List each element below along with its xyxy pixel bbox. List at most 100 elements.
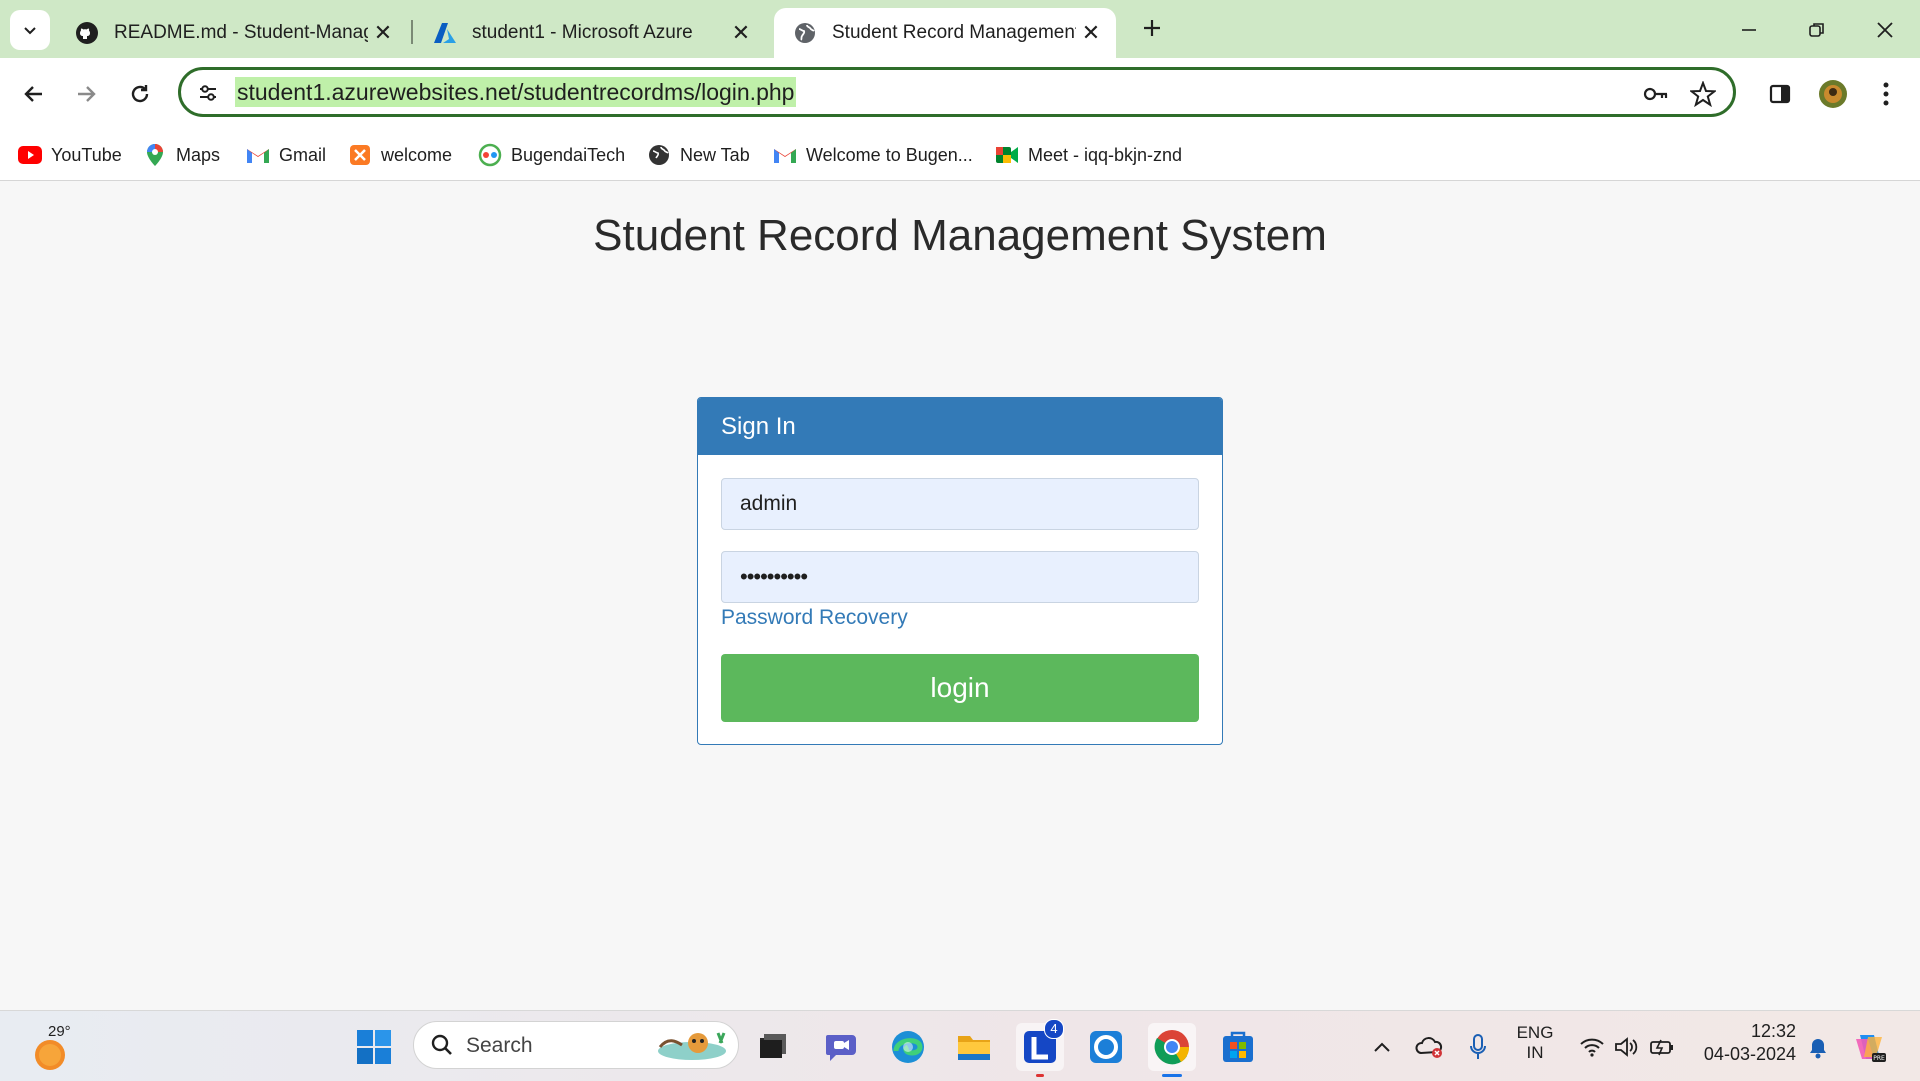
back-button[interactable]	[14, 74, 54, 114]
restore-button[interactable]	[1792, 10, 1842, 50]
bookmark-label: YouTube	[51, 144, 122, 165]
bookmark-label: Welcome to Bugen...	[806, 144, 973, 165]
bugendaitech-icon	[478, 143, 502, 167]
tab-azure[interactable]: student1 - Microsoft Azure ✕	[414, 8, 766, 58]
folder-icon	[958, 1036, 990, 1060]
bookmark-gmail[interactable]: Gmail	[246, 140, 326, 170]
edge-app[interactable]	[884, 1023, 932, 1071]
bookmark-maps[interactable]: Maps	[143, 140, 220, 170]
lens-app[interactable]: 4	[1016, 1019, 1064, 1077]
store-app[interactable]	[1214, 1023, 1262, 1071]
onedrive-tray[interactable]	[1410, 1023, 1450, 1071]
reload-button[interactable]	[120, 74, 160, 114]
windows-taskbar: 29° Search 4 ENG IN 12:32 04-03-2024 PRE	[0, 1010, 1920, 1081]
xampp-icon	[348, 143, 372, 167]
teams-app[interactable]	[818, 1023, 866, 1071]
meet-icon	[995, 143, 1019, 167]
tab-search-button[interactable]	[10, 10, 50, 50]
bookmark-new-tab[interactable]: New Tab	[647, 140, 750, 170]
chrome-app[interactable]	[1148, 1023, 1196, 1077]
key-icon[interactable]	[1641, 80, 1669, 108]
running-indicator	[1036, 1074, 1044, 1077]
copilot-icon: PRE	[1856, 1035, 1886, 1062]
bookmark-youtube[interactable]: YouTube	[18, 140, 122, 170]
search-label: Search	[466, 1034, 533, 1057]
bookmark-label: New Tab	[680, 144, 750, 165]
new-tab-button[interactable]	[1136, 12, 1168, 44]
teams-icon	[826, 1035, 856, 1061]
language-code: ENG	[1516, 1023, 1554, 1042]
tab-readme[interactable]: README.md - Student-Manage ✕	[56, 8, 408, 58]
region-code: IN	[1526, 1043, 1544, 1062]
clock-time: 12:32	[1750, 1021, 1796, 1041]
language-indicator[interactable]: ENG IN	[1508, 1023, 1562, 1063]
sign-in-panel: Sign In admin •••••••••• Password Recove…	[697, 397, 1223, 745]
page-content: Student Record Management System Sign In…	[0, 181, 1920, 1009]
cortana-app[interactable]	[1082, 1023, 1130, 1071]
minimize-icon	[1742, 29, 1756, 31]
page-title: Student Record Management System	[593, 211, 1327, 260]
globe-icon	[647, 143, 671, 167]
gmail-icon	[773, 143, 797, 167]
store-icon	[1223, 1031, 1253, 1062]
password-recovery-link[interactable]: Password Recovery	[721, 606, 908, 630]
password-field[interactable]: ••••••••••	[721, 551, 1199, 603]
tab-title: student1 - Microsoft Azure	[472, 22, 693, 43]
battery-charging-icon	[1650, 1039, 1673, 1056]
volume-tray[interactable]	[1606, 1023, 1646, 1071]
star-icon[interactable]	[1689, 80, 1717, 108]
microphone-tray[interactable]	[1458, 1023, 1498, 1071]
chevron-up-icon	[1374, 1042, 1390, 1052]
site-settings-icon[interactable]	[195, 80, 221, 106]
bookmark-label: welcome	[381, 144, 453, 165]
weather-widget[interactable]: 29°	[26, 1023, 86, 1071]
url-text[interactable]: student1.azurewebsites.net/studentrecord…	[235, 77, 797, 107]
tab-student-record[interactable]: Student Record Management Sy ✕	[774, 8, 1116, 58]
task-view-app[interactable]	[748, 1023, 796, 1071]
username-field[interactable]: admin	[721, 478, 1199, 530]
login-button[interactable]: login	[721, 654, 1199, 722]
close-tab-icon[interactable]: ✕	[368, 18, 398, 48]
speaker-icon	[1615, 1037, 1638, 1057]
plus-icon	[1144, 20, 1160, 36]
battery-tray[interactable]	[1642, 1023, 1682, 1071]
arrow-right-icon	[78, 86, 96, 102]
close-tab-icon[interactable]: ✕	[1076, 18, 1106, 48]
cortana-icon	[1090, 1031, 1122, 1063]
search-icon	[431, 1034, 452, 1055]
wifi-icon	[1580, 1038, 1604, 1057]
microphone-icon	[1470, 1034, 1486, 1059]
arrow-left-icon	[24, 86, 42, 102]
close-tab-icon[interactable]: ✕	[726, 18, 756, 48]
search-highlight-image	[658, 1032, 726, 1060]
clock[interactable]: 12:32 04-03-2024	[1696, 1021, 1796, 1065]
start-button[interactable]	[350, 1023, 398, 1071]
edge-icon	[892, 1031, 924, 1063]
profile-avatar[interactable]	[1815, 76, 1851, 112]
close-window-button[interactable]	[1860, 10, 1910, 50]
bookmark-welcome-bugen[interactable]: Welcome to Bugen...	[773, 140, 973, 170]
copilot-button[interactable]: PRE	[1846, 1023, 1894, 1071]
address-bar[interactable]: student1.azurewebsites.net/studentrecord…	[178, 67, 1736, 117]
show-hidden-icons[interactable]	[1362, 1023, 1402, 1071]
reload-icon	[131, 85, 149, 103]
sun-icon	[35, 1040, 65, 1070]
tab-title: Student Record Management Sy	[832, 22, 1076, 43]
bookmark-label: Meet - iqq-bkjn-znd	[1028, 144, 1183, 165]
azure-icon	[432, 20, 458, 46]
taskbar-search[interactable]: Search	[413, 1021, 739, 1069]
bookmark-welcome[interactable]: welcome	[348, 140, 452, 170]
cloud-error-icon	[1415, 1037, 1443, 1058]
notifications-button[interactable]	[1800, 1023, 1836, 1071]
bookmark-bugendaitech[interactable]: BugendaiTech	[478, 140, 625, 170]
forward-button[interactable]	[66, 74, 106, 114]
restore-icon	[1809, 23, 1824, 37]
browser-toolbar: student1.azurewebsites.net/studentrecord…	[0, 58, 1920, 130]
minimize-button[interactable]	[1724, 10, 1774, 50]
notification-badge: 4	[1044, 1019, 1064, 1039]
bookmark-label: BugendaiTech	[511, 144, 626, 165]
bookmark-meet[interactable]: Meet - iqq-bkjn-znd	[995, 140, 1182, 170]
file-explorer-app[interactable]	[950, 1023, 998, 1071]
menu-kebab-icon[interactable]	[1868, 76, 1904, 112]
side-panel-icon[interactable]	[1762, 76, 1798, 112]
